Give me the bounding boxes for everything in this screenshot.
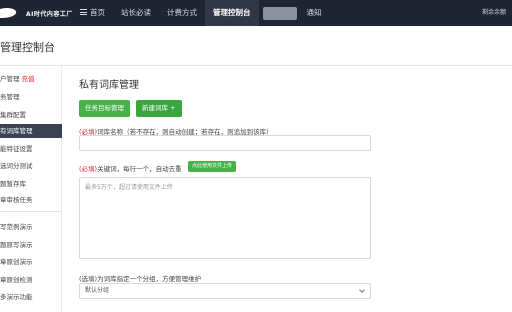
nav-home[interactable]: 首页 xyxy=(72,0,113,26)
file-upload-button[interactable]: 点此使用文件上传 xyxy=(188,161,237,172)
group-select[interactable]: 默认分组 xyxy=(79,283,371,299)
section-title: 私有词库管理 xyxy=(79,80,139,91)
keywords-textarea[interactable]: 最多5万个，超过请使用文件上传 xyxy=(79,177,371,259)
recharge-tag[interactable]: 充值 xyxy=(22,75,35,83)
sidebar-item-test[interactable]: 选词分测试 xyxy=(0,159,62,173)
badge-placeholder xyxy=(262,6,297,20)
nav-notice[interactable]: 通知 xyxy=(299,0,330,26)
nav-must-read[interactable]: 站长必读 xyxy=(113,0,159,26)
required-mark: (必填) xyxy=(79,165,98,173)
sidebar-item-features[interactable]: 能特征设置 xyxy=(0,142,62,156)
library-name-input[interactable] xyxy=(79,135,371,151)
sidebar-item-demo-2[interactable]: 题原写演示 xyxy=(0,238,62,252)
main-content: 私有词库管理 任务目标管理 新建词库 + (必填)词库名称（若不存在，则自动创建… xyxy=(62,66,512,312)
group-label: (选填)为词库指定一个分组，方便管理维护 xyxy=(79,275,202,283)
task-target-button[interactable]: 任务目标管理 xyxy=(79,100,130,117)
sidebar-item-demo-3[interactable]: 章原创演示 xyxy=(0,255,62,269)
group-select-value: 默认分组 xyxy=(85,287,110,294)
nav-pricing-label: 计费方式 xyxy=(167,8,197,17)
main-nav: 首页 站长必读 计费方式 管理控制台 通知 xyxy=(72,0,330,26)
user-balance[interactable]: 剩余余额 xyxy=(482,0,506,26)
nav-console[interactable]: 管理控制台 xyxy=(205,0,259,26)
sidebar-item-detect[interactable]: 章原创检测 xyxy=(0,273,62,287)
nav-home-label: 首页 xyxy=(90,8,105,17)
nav-badge[interactable] xyxy=(259,0,299,26)
sidebar-item-tasks[interactable]: 务管理 xyxy=(0,90,62,104)
sidebar-item-cluster[interactable]: 集群配置 xyxy=(0,108,62,122)
sidebar-item-review[interactable]: 章审核任务 xyxy=(0,193,62,207)
logo[interactable]: AI时代内容工厂 xyxy=(0,3,73,23)
sidebar-item-demo-1[interactable]: 写范例演示 xyxy=(0,220,62,234)
sidebar-divider xyxy=(0,211,62,212)
keywords-label-text: 关键词，每行一个，自动去重 xyxy=(97,165,182,173)
top-navbar: AI时代内容工厂 首页 站长必读 计费方式 管理控制台 通知 剩余余额 xyxy=(0,0,512,26)
nav-must-read-label: 站长必读 xyxy=(121,8,151,17)
sidebar: 户管理 充值 务管理 集群配置 有词库管理 能特征设置 选词分测试 题暂存库 章… xyxy=(0,66,62,312)
sidebar-item-private-lib[interactable]: 有词库管理 xyxy=(0,124,62,138)
page-header: 管理控制台 xyxy=(0,26,512,66)
page-title: 管理控制台 xyxy=(0,41,55,54)
nav-notice-label: 通知 xyxy=(306,8,322,17)
keywords-placeholder: 最多5万个，超过请使用文件上传 xyxy=(85,184,173,191)
sidebar-item-label: 户管理 xyxy=(0,75,20,83)
new-library-button[interactable]: 新建词库 + xyxy=(136,100,182,117)
sidebar-item-more[interactable]: 多演示功能 xyxy=(0,290,62,304)
menu-icon xyxy=(80,9,87,15)
nav-pricing[interactable]: 计费方式 xyxy=(159,0,205,26)
logo-text: AI时代内容工厂 xyxy=(26,10,73,18)
sidebar-item-account[interactable]: 户管理 充值 xyxy=(0,72,62,86)
sidebar-item-draft[interactable]: 题暂存库 xyxy=(0,177,62,191)
logo-mark-icon xyxy=(0,6,20,20)
keywords-label: (必填)关键词，每行一个，自动去重 xyxy=(79,163,182,173)
chevron-down-icon xyxy=(359,287,365,293)
nav-console-label: 管理控制台 xyxy=(213,8,251,17)
